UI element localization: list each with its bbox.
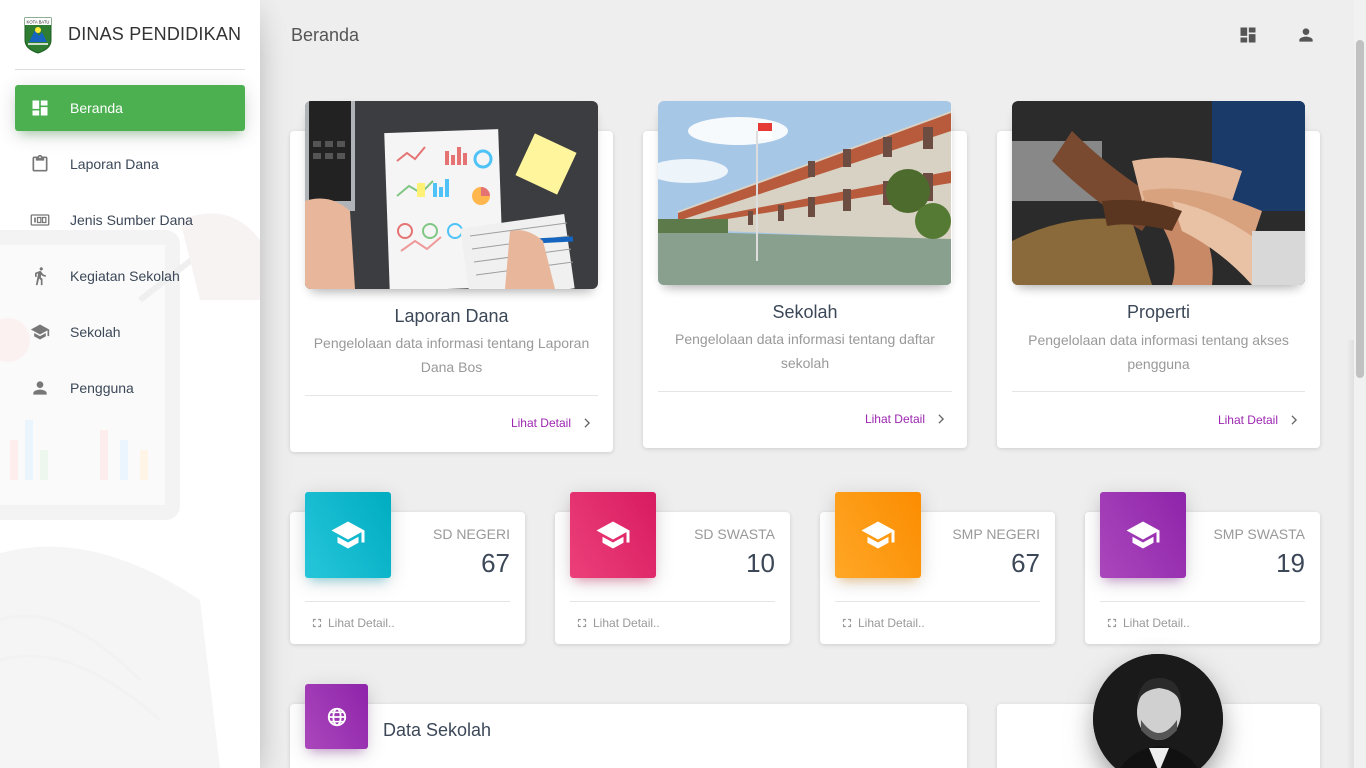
person-icon[interactable]	[1296, 25, 1316, 45]
link-label: Lihat Detail	[864, 412, 925, 426]
dashboard-icon[interactable]	[1238, 25, 1258, 45]
card-title: Laporan Dana	[394, 306, 509, 326]
card-title: Sekolah	[772, 302, 838, 322]
card-divider	[1012, 391, 1305, 392]
kota-batu-emblem-icon: KOTA BATU	[24, 17, 52, 54]
card-properti: Properti Pengelolaan data informasi tent…	[997, 101, 1320, 448]
counter-100-icon	[30, 210, 50, 230]
financial-report-image	[305, 101, 598, 289]
person-icon	[30, 378, 50, 398]
team-hands-image	[1012, 101, 1305, 285]
brand-name: DINAS PENDIDIKAN	[68, 24, 242, 44]
page-title: Beranda	[291, 24, 360, 45]
chevron-right-icon	[938, 414, 945, 424]
lihat-detail-link[interactable]: Lihat Detail	[1218, 413, 1298, 427]
card-laporan-dana: Laporan Dana Pengelolaan data informasi …	[290, 101, 613, 452]
fullscreen-icon	[1107, 618, 1117, 628]
fullscreen-icon	[312, 618, 322, 628]
scroll-shadow	[1346, 340, 1354, 768]
card-description: Pengelolaan data informasi tentang Lapor…	[313, 335, 590, 375]
card-image-sekolah	[658, 101, 952, 285]
sidebar-logo[interactable]: KOTA BATU DINAS PENDIDIKAN	[15, 0, 245, 70]
stat-category: SD NEGERI	[432, 526, 510, 542]
sidebar: KOTA BATU DINAS PENDIDIKAN Beranda Lapor…	[0, 0, 260, 768]
scrollbar[interactable]	[1354, 0, 1366, 768]
stat-divider	[1100, 601, 1305, 602]
stat-card-smp-swasta: SMP SWASTA 19 Lihat Detail..	[1085, 492, 1320, 644]
link-label: Lihat Detail..	[1123, 616, 1190, 630]
chevron-right-icon	[584, 418, 591, 428]
scrollbar-thumb[interactable]	[1356, 40, 1364, 378]
card-divider	[305, 395, 598, 396]
link-label: Lihat Detail..	[858, 616, 925, 630]
avatar[interactable]	[1093, 654, 1223, 768]
sidebar-item-beranda[interactable]: Beranda	[15, 85, 245, 131]
card-description: Pengelolaan data informasi tentang akses…	[1028, 332, 1289, 372]
data-sekolah-card: Data Sekolah	[290, 684, 967, 768]
sidebar-item-pengguna[interactable]: Pengguna	[15, 365, 245, 411]
stat-value: 67	[1011, 548, 1040, 578]
card-title: Properti	[1126, 302, 1191, 322]
card-description: Pengelolaan data informasi tentang dafta…	[675, 331, 935, 371]
sidebar-item-jenis-sumber-dana[interactable]: Jenis Sumber Dana	[15, 197, 245, 243]
running-person-icon	[30, 266, 50, 286]
sidebar-item-laporan-dana[interactable]: Laporan Dana	[15, 141, 245, 187]
school-icon	[570, 492, 656, 578]
sidebar-item-sekolah[interactable]: Sekolah	[15, 309, 245, 355]
sidebar-item-label: Laporan Dana	[70, 156, 159, 172]
sidebar-item-kegiatan-sekolah[interactable]: Kegiatan Sekolah	[15, 253, 245, 299]
fullscreen-icon	[577, 618, 587, 628]
topbar: Beranda	[260, 0, 1354, 70]
sidebar-item-label: Kegiatan Sekolah	[70, 268, 180, 284]
link-label: Lihat Detail..	[328, 616, 395, 630]
school-icon	[305, 492, 391, 578]
lihat-detail-link[interactable]: Lihat Detail	[511, 416, 591, 430]
sidebar-item-label: Pengguna	[70, 380, 134, 396]
stat-divider	[305, 601, 510, 602]
logo-text: KOTA BATU	[27, 19, 50, 24]
school-icon	[30, 322, 50, 342]
profile-card	[997, 654, 1320, 768]
lihat-detail-link[interactable]: Lihat Detail	[865, 412, 945, 426]
dashboard-icon	[30, 98, 50, 118]
chevron-right-icon	[1291, 415, 1298, 425]
stat-value: 19	[1276, 548, 1305, 578]
sidebar-nav: Beranda Laporan Dana Jenis Sumber Dana K…	[0, 85, 260, 411]
card-image-properti	[1012, 101, 1305, 285]
card-sekolah: Sekolah Pengelolaan data informasi tenta…	[643, 101, 967, 448]
data-sekolah-title: Data Sekolah	[383, 720, 492, 740]
sidebar-item-label: Sekolah	[70, 324, 121, 340]
lihat-detail-link[interactable]: Lihat Detail..	[310, 616, 395, 630]
profile-photo	[1093, 654, 1223, 768]
sidebar-item-label: Beranda	[70, 100, 123, 116]
topbar-actions	[1238, 25, 1316, 45]
stat-card-smp-negeri: SMP NEGERI 67 Lihat Detail..	[820, 492, 1055, 644]
fullscreen-icon	[842, 618, 852, 628]
stat-value: 67	[481, 548, 510, 578]
sidebar-item-label: Jenis Sumber Dana	[70, 212, 193, 228]
globe-icon	[305, 684, 368, 749]
card-image-laporan-dana	[305, 101, 598, 289]
link-label: Lihat Detail	[1217, 413, 1278, 427]
stat-card-sd-negeri: SD NEGERI 67 Lihat Detail..	[290, 492, 525, 644]
school-icon	[835, 492, 921, 578]
stat-value: 10	[746, 548, 775, 578]
link-label: Lihat Detail..	[593, 616, 660, 630]
lihat-detail-link[interactable]: Lihat Detail..	[840, 616, 925, 630]
lihat-detail-link[interactable]: Lihat Detail..	[575, 616, 660, 630]
stat-category: SD SWASTA	[694, 526, 775, 542]
link-label: Lihat Detail	[510, 416, 571, 430]
school-building-image	[658, 101, 951, 285]
stat-divider	[570, 601, 775, 602]
stat-category: SMP NEGERI	[952, 526, 1040, 542]
lihat-detail-link[interactable]: Lihat Detail..	[1105, 616, 1190, 630]
card-divider	[658, 391, 952, 392]
clipboard-icon	[30, 154, 50, 174]
school-icon	[1100, 492, 1186, 578]
stat-card-sd-swasta: SD SWASTA 10 Lihat Detail..	[555, 492, 790, 644]
stat-divider	[835, 601, 1040, 602]
stat-category: SMP SWASTA	[1213, 526, 1305, 542]
